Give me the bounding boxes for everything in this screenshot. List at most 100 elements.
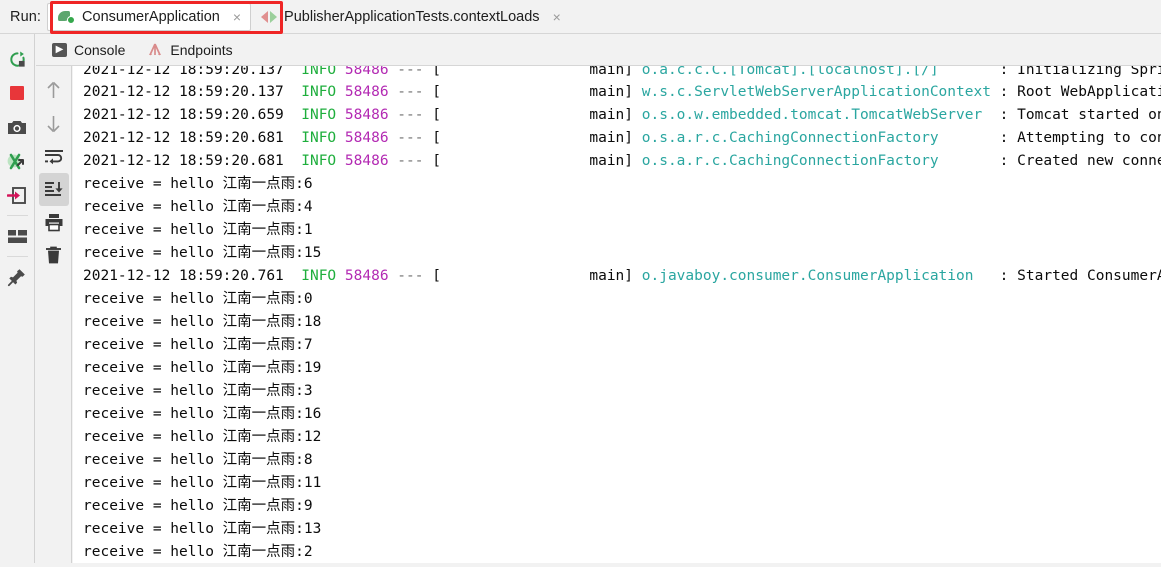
tab-endpoints-label: Endpoints [170, 41, 233, 58]
endpoints-icon [147, 43, 163, 57]
console-output-line: receive = hello 江南一点雨:13 [83, 518, 1161, 541]
console-line-text: receive = hello 江南一点雨:4 [83, 199, 313, 215]
console-log-line: 2021-12-12 18:59:20.659 INFO 58486 --- [… [83, 104, 1161, 127]
log-logger: o.s.o.w.embedded.tomcat.TomcatWebServer [641, 107, 991, 123]
console-line-text: receive = hello 江南一点雨:3 [83, 383, 313, 399]
console-output-line: receive = hello 江南一点雨:8 [83, 449, 1161, 472]
log-bracket: [ [432, 84, 441, 100]
run-tool-window: Run: ConsumerApplication × PublisherAppl… [0, 0, 1161, 567]
log-level: INFO [292, 66, 337, 78]
trash-icon[interactable] [39, 239, 69, 272]
console-line-text: receive = hello 江南一点雨:16 [83, 406, 322, 422]
arrow-up-icon[interactable] [39, 74, 69, 107]
log-thread: main] [440, 66, 634, 78]
log-logger: o.s.a.r.c.CachingConnectionFactory [641, 130, 991, 146]
scroll-to-end-icon[interactable] [38, 173, 69, 206]
log-space [633, 268, 642, 284]
console-line-text: receive = hello 江南一点雨:7 [83, 337, 313, 353]
tab-console-label: Console [74, 41, 126, 58]
test-run-icon [261, 10, 278, 23]
tab-console[interactable]: ▶ Console [52, 42, 125, 58]
log-thread: main] [440, 153, 634, 169]
log-separator: --- [388, 84, 433, 100]
console-line-text: receive = hello 江南一点雨:13 [83, 521, 322, 537]
run-label: Run: [10, 8, 42, 25]
log-logger: o.javaboy.consumer.ConsumerApplication [641, 268, 991, 284]
exit-icon[interactable] [0, 178, 35, 212]
log-timestamp: 2021-12-12 18:59:20.681 [83, 153, 293, 169]
stop-icon[interactable] [0, 76, 35, 110]
log-message: Tomcat started on p [1017, 107, 1161, 123]
log-message: Attempting to conne [1017, 130, 1161, 146]
console-tab-strip: ▶ Console Endpoints [36, 34, 1161, 66]
log-space [336, 107, 345, 123]
console-output[interactable]: 2021-12-12 18:59:20.137 INFO 58486 --- [… [73, 66, 1161, 567]
run-controls-toolbar [0, 34, 35, 567]
log-space [336, 84, 345, 100]
log-colon: : [990, 153, 1018, 169]
tab-endpoints[interactable]: Endpoints [147, 41, 233, 58]
console-log-line: 2021-12-12 18:59:20.137 INFO 58486 --- [… [83, 66, 1161, 81]
console-line-text: receive = hello 江南一点雨:2 [83, 544, 313, 560]
log-logger: w.s.c.ServletWebServerApplicationContext [641, 84, 991, 100]
log-bracket: [ [432, 107, 441, 123]
console-line-text: receive = hello 江南一点雨:1 [83, 222, 313, 238]
log-logger: o.a.c.c.C.[Tomcat].[localhost].[/] [641, 66, 991, 78]
console-output-line: receive = hello 江南一点雨:15 [83, 242, 1161, 265]
pin-icon[interactable] [0, 260, 35, 294]
log-level: INFO [292, 153, 337, 169]
log-space [633, 66, 642, 78]
console-line-text: receive = hello 江南一点雨:6 [83, 176, 313, 192]
log-pid: 58486 [344, 66, 389, 78]
console-line-text: receive = hello 江南一点雨:9 [83, 498, 313, 514]
console-log-line: 2021-12-12 18:59:20.761 INFO 58486 --- [… [83, 265, 1161, 288]
run-coverage-icon [58, 9, 76, 24]
log-space [336, 268, 345, 284]
run-tab-consumer-application[interactable]: ConsumerApplication × [47, 2, 252, 31]
log-separator: --- [388, 66, 433, 78]
print-icon[interactable] [39, 206, 69, 239]
toolbar-divider [6, 215, 28, 216]
console-output-line: receive = hello 江南一点雨:0 [83, 288, 1161, 311]
run-tab-publisher-tests[interactable]: PublisherApplicationTests.contextLoads × [251, 3, 570, 31]
log-message: Created new connect [1017, 153, 1161, 169]
arrow-down-icon[interactable] [39, 107, 69, 140]
log-space [633, 130, 642, 146]
console-output-line: receive = hello 江南一点雨:19 [83, 357, 1161, 380]
run-tab-consumer-application-label: ConsumerApplication [82, 8, 220, 25]
console-line-text: receive = hello 江南一点雨:0 [83, 291, 313, 307]
log-space [633, 84, 642, 100]
close-icon[interactable]: × [233, 10, 241, 24]
soft-wrap-icon[interactable] [39, 140, 69, 173]
log-thread: main] [440, 130, 634, 146]
log-colon: : [990, 66, 1018, 78]
log-colon: : [990, 130, 1018, 146]
console-line-text: receive = hello 江南一点雨:15 [83, 245, 322, 261]
log-timestamp: 2021-12-12 18:59:20.761 [83, 268, 293, 284]
console-output-line: receive = hello 江南一点雨:11 [83, 472, 1161, 495]
console-output-line: receive = hello 江南一点雨:3 [83, 380, 1161, 403]
console-icon: ▶ [52, 42, 67, 57]
log-separator: --- [388, 107, 433, 123]
log-pid: 58486 [344, 107, 389, 123]
log-colon: : [990, 107, 1018, 123]
log-bracket: [ [432, 268, 441, 284]
log-timestamp: 2021-12-12 18:59:20.137 [83, 66, 293, 78]
log-bracket: [ [432, 130, 441, 146]
layout-icon[interactable] [0, 219, 35, 253]
console-output-line: receive = hello 江南一点雨:4 [83, 196, 1161, 219]
console-log-line: 2021-12-12 18:59:20.681 INFO 58486 --- [… [83, 150, 1161, 173]
rerun-icon[interactable] [0, 42, 35, 76]
log-bracket: [ [432, 66, 441, 78]
camera-icon[interactable] [0, 110, 35, 144]
log-message: Started ConsumerApp [1017, 268, 1161, 284]
console-output-line: receive = hello 江南一点雨:18 [83, 311, 1161, 334]
log-space [633, 107, 642, 123]
close-icon[interactable]: × [553, 10, 561, 24]
log-space [336, 130, 345, 146]
toolbar-divider [6, 256, 28, 257]
log-pid: 58486 [344, 268, 389, 284]
log-level: INFO [292, 130, 337, 146]
run-tab-publisher-tests-label: PublisherApplicationTests.contextLoads [284, 8, 540, 25]
threads-icon[interactable] [0, 144, 35, 178]
